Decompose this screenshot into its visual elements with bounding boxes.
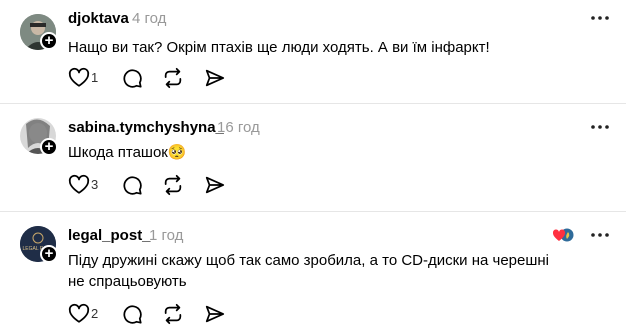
repost-icon[interactable] [162,67,184,89]
send-icon[interactable] [204,67,226,89]
post-actions: 2 [66,303,266,325]
follow-plus-icon[interactable]: + [40,245,58,263]
post-text-line-2: не спрацьовують [68,273,187,290]
like-count: 3 [91,177,99,192]
username[interactable]: djoktava [68,10,129,27]
post-text-line-1: Піду дружині скажу щоб так само зробила,… [68,252,550,269]
divider [0,103,626,104]
follow-plus-icon[interactable]: + [40,138,58,156]
heart-icon[interactable] [68,67,90,89]
repost-icon[interactable] [162,174,184,196]
comment-icon[interactable] [121,67,143,89]
username[interactable]: legal_post_ [68,227,151,244]
post-actions: 1 [66,67,266,89]
more-icon[interactable] [590,123,610,131]
liked-heart-avatar-icon [552,227,575,243]
more-icon[interactable] [590,14,610,22]
like-count: 2 [91,306,99,321]
heart-icon[interactable] [68,303,90,325]
comment-icon[interactable] [121,174,143,196]
more-icon[interactable] [590,231,610,239]
post-text: Шкода пташок🥺 [68,144,187,161]
send-icon[interactable] [204,174,226,196]
username[interactable]: sabina.tymchyshyna_ [68,119,224,136]
repost-icon[interactable] [162,303,184,325]
send-icon[interactable] [204,303,226,325]
timestamp: 4 год [132,10,167,27]
like-count: 1 [91,70,99,85]
heart-icon[interactable] [68,174,90,196]
post-actions: 3 [66,174,266,196]
timestamp: 1 год [149,227,184,244]
timestamp: 16 год [217,119,260,136]
divider [0,211,626,212]
follow-plus-icon[interactable]: + [40,32,58,50]
comment-icon[interactable] [121,303,143,325]
liked-by-author-badge [552,226,575,244]
post-text: Нащо ви так? Окрім птахів ще люди ходять… [68,39,490,56]
